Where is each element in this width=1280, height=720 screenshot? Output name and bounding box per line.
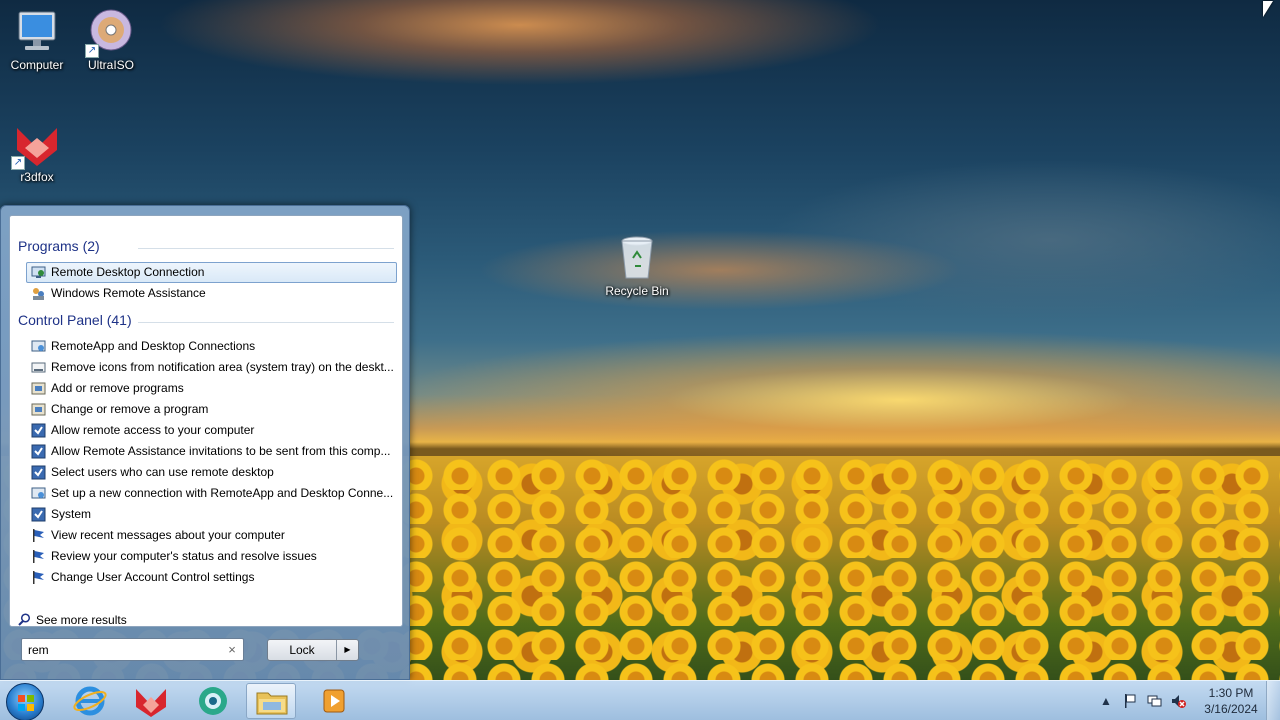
recycle-bin-icon bbox=[613, 234, 661, 282]
result-select-users-remote-desktop[interactable]: Select users who can use remote desktop bbox=[26, 462, 397, 483]
search-results-pane: Programs (2) Remote Desktop Connection W… bbox=[9, 215, 403, 627]
media-player-icon bbox=[323, 689, 345, 713]
result-label: System bbox=[51, 507, 92, 521]
result-windows-remote-assistance[interactable]: Windows Remote Assistance bbox=[26, 283, 397, 304]
control-panel-section-header[interactable]: Control Panel (41) bbox=[18, 312, 394, 328]
remoteapp-icon bbox=[31, 486, 46, 501]
taskbar-browser[interactable] bbox=[188, 683, 238, 719]
r3dfox-icon bbox=[136, 689, 166, 717]
mouse-cursor-icon bbox=[1263, 1, 1273, 17]
search-icon bbox=[18, 613, 31, 629]
result-label: RemoteApp and Desktop Connections bbox=[51, 339, 256, 353]
result-system[interactable]: System bbox=[26, 504, 397, 525]
remoteapp-icon bbox=[31, 339, 46, 354]
result-label: Review your computer's status and resolv… bbox=[51, 549, 317, 563]
action-center-flag-icon[interactable] bbox=[1122, 693, 1138, 709]
browser-globe-icon bbox=[199, 687, 227, 715]
result-change-remove-program[interactable]: Change or remove a program bbox=[26, 399, 397, 420]
result-label: Set up a new connection with RemoteApp a… bbox=[51, 486, 394, 500]
taskbar-internet-explorer[interactable] bbox=[65, 683, 115, 719]
desktop-icon-computer[interactable]: Computer bbox=[0, 8, 77, 72]
action-center-flag-icon bbox=[31, 570, 46, 585]
result-label: Windows Remote Assistance bbox=[51, 286, 206, 300]
result-change-uac-settings[interactable]: Change User Account Control settings bbox=[26, 567, 397, 588]
desktop-icon-label: Computer bbox=[10, 58, 64, 72]
start-search-input[interactable] bbox=[21, 638, 244, 661]
network-icon[interactable] bbox=[1146, 693, 1162, 709]
taskbar-file-explorer[interactable] bbox=[246, 683, 296, 719]
result-review-computer-status[interactable]: Review your computer's status and resolv… bbox=[26, 546, 397, 567]
system-icon bbox=[31, 444, 46, 459]
result-label: Add or remove programs bbox=[51, 381, 184, 395]
start-button[interactable] bbox=[6, 683, 44, 720]
volume-muted-icon[interactable] bbox=[1170, 693, 1186, 709]
programs-section-header[interactable]: Programs (2) bbox=[18, 238, 394, 254]
remote-desktop-icon bbox=[31, 265, 46, 280]
clock[interactable]: 1:30 PM 3/16/2024 bbox=[1196, 685, 1266, 717]
result-remoteapp-desktop-connections[interactable]: RemoteApp and Desktop Connections bbox=[26, 336, 397, 357]
desktop-icon-recycle-bin[interactable]: Recycle Bin bbox=[597, 234, 677, 298]
system-icon bbox=[31, 465, 46, 480]
clock-time: 1:30 PM bbox=[1208, 686, 1254, 700]
file-explorer-icon bbox=[256, 692, 288, 715]
lock-button-group: Lock ▶ bbox=[267, 639, 359, 661]
show-hidden-icons-icon[interactable]: ▲ bbox=[1098, 693, 1114, 709]
remote-assistance-icon bbox=[31, 286, 46, 301]
result-view-recent-messages[interactable]: View recent messages about your computer bbox=[26, 525, 397, 546]
result-allow-remote-assistance-invitations[interactable]: Allow Remote Assistance invitations to b… bbox=[26, 441, 397, 462]
r3dfox-icon: ↗ bbox=[11, 120, 61, 170]
clear-search-icon[interactable]: × bbox=[225, 643, 239, 657]
result-label: Change User Account Control settings bbox=[51, 570, 255, 584]
shortcut-arrow-icon: ↗ bbox=[11, 156, 25, 170]
desktop-icon-ultraiso[interactable]: ↗ UltraISO bbox=[71, 8, 151, 72]
system-icon bbox=[31, 423, 46, 438]
desktop-icon-label: Recycle Bin bbox=[605, 284, 669, 298]
desktop-icon-label: r3dfox bbox=[20, 170, 54, 184]
result-remove-notification-icons[interactable]: Remove icons from notification area (sys… bbox=[26, 357, 397, 378]
result-label: Remote Desktop Connection bbox=[51, 265, 205, 279]
result-setup-remoteapp-connection[interactable]: Set up a new connection with RemoteApp a… bbox=[26, 483, 397, 504]
start-menu: Programs (2) Remote Desktop Connection W… bbox=[0, 205, 410, 680]
shutdown-options-arrow-icon[interactable]: ▶ bbox=[336, 640, 358, 660]
programs-features-icon bbox=[31, 402, 46, 417]
result-label: View recent messages about your computer bbox=[51, 528, 285, 542]
taskbar: ▲ 1:30 PM 3/16/2024 bbox=[0, 680, 1280, 720]
show-desktop-button[interactable] bbox=[1266, 681, 1280, 720]
taskbar-r3dfox[interactable] bbox=[126, 683, 176, 719]
action-center-flag-icon bbox=[31, 549, 46, 564]
windows-logo-icon bbox=[18, 695, 34, 711]
desktop-icon-label: UltraISO bbox=[87, 58, 134, 72]
taskbar-media-player[interactable] bbox=[309, 683, 359, 719]
result-label: Select users who can use remote desktop bbox=[51, 465, 274, 479]
result-label: Allow remote access to your computer bbox=[51, 423, 255, 437]
result-remote-desktop-connection[interactable]: Remote Desktop Connection bbox=[26, 262, 397, 283]
programs-features-icon bbox=[31, 381, 46, 396]
internet-explorer-icon bbox=[73, 686, 107, 716]
see-more-label: See more results bbox=[36, 613, 127, 627]
disc-icon: ↗ bbox=[85, 8, 135, 58]
system-icon bbox=[31, 507, 46, 522]
result-label: Allow Remote Assistance invitations to b… bbox=[51, 444, 391, 458]
lock-button[interactable]: Lock bbox=[268, 640, 336, 660]
result-add-remove-programs[interactable]: Add or remove programs bbox=[26, 378, 397, 399]
desktop-icon-r3dfox[interactable]: ↗ r3dfox bbox=[0, 120, 77, 184]
notification-area-icon bbox=[31, 360, 46, 375]
notification-area: ▲ 1:30 PM 3/16/2024 bbox=[1096, 681, 1280, 720]
action-center-flag-icon bbox=[31, 528, 46, 543]
computer-icon bbox=[13, 8, 61, 56]
result-label: Remove icons from notification area (sys… bbox=[51, 360, 394, 374]
result-label: Change or remove a program bbox=[51, 402, 209, 416]
shortcut-arrow-icon: ↗ bbox=[85, 44, 99, 58]
clock-date: 3/16/2024 bbox=[1204, 702, 1258, 716]
result-allow-remote-access[interactable]: Allow remote access to your computer bbox=[26, 420, 397, 441]
see-more-results-link[interactable]: See more results bbox=[18, 613, 127, 627]
